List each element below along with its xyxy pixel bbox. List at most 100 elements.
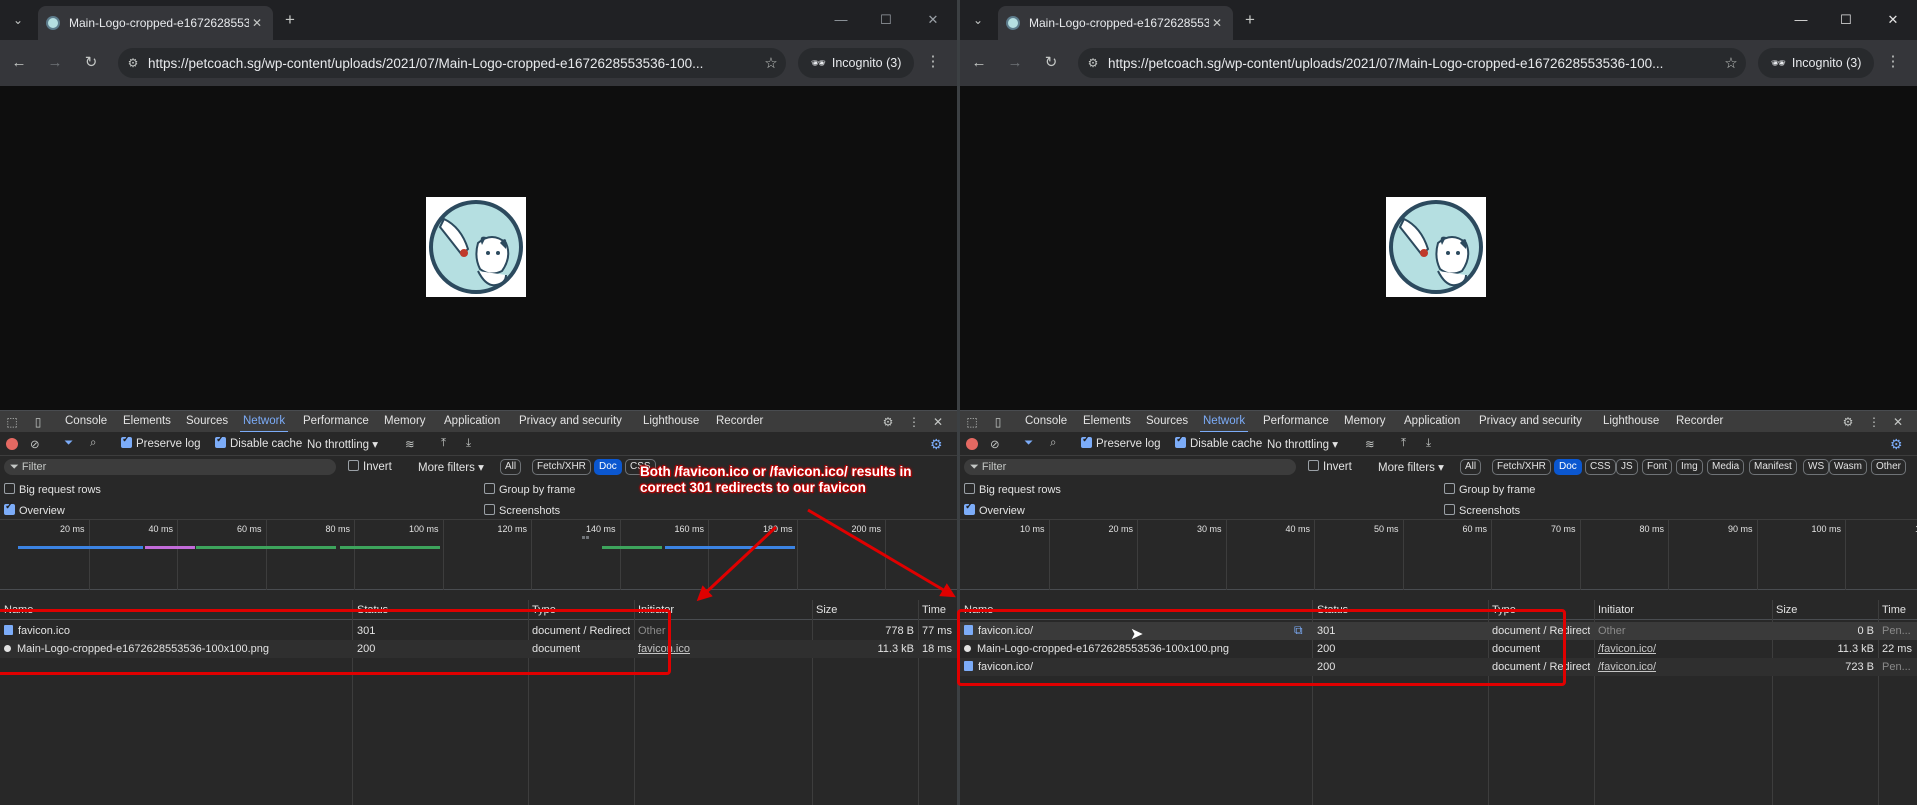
filter-pill-fetch-xhr[interactable]: Fetch/XHR [1492,459,1551,475]
export-har-icon[interactable]: ⤓ [1426,437,1431,450]
group-by-frame-checkbox[interactable]: Group by frame [1444,483,1535,496]
close-tab-icon[interactable]: ✕ [1209,16,1225,30]
big-request-rows-checkbox[interactable]: Big request rows [964,483,1061,496]
screenshots-checkbox[interactable]: Screenshots [1444,504,1520,517]
tab-search-icon[interactable]: ⌄ [6,8,30,32]
filter-pill-doc[interactable]: Doc [1554,459,1582,475]
filter-pill-other[interactable]: Other [1871,459,1907,475]
filter-pill-font[interactable]: Font [1642,459,1673,475]
incognito-badge[interactable]: 🕶 Incognito (3) [1758,48,1874,78]
device-toolbar-icon[interactable]: ▯ [990,414,1006,430]
filter-pill-img[interactable]: Img [1676,459,1703,475]
forward-icon[interactable]: → [44,52,66,74]
big-request-rows-checkbox[interactable]: Big request rows [4,483,101,496]
overview-checkbox[interactable]: Overview [964,501,1025,517]
filter-input[interactable]: ⏷ Filter [964,459,1296,475]
tab-memory[interactable]: Memory [1344,415,1386,427]
tab-search-icon[interactable]: ⌄ [966,8,990,32]
tab-network[interactable]: Network [239,415,289,433]
network-settings-icon[interactable]: ⚙ [1890,436,1903,453]
group-by-frame-checkbox[interactable]: Group by frame [484,483,575,496]
network-settings-icon[interactable]: ⚙ [930,436,943,453]
maximize-icon[interactable]: ☐ [1831,8,1861,32]
tab-elements[interactable]: Elements [123,415,171,427]
tab-sources[interactable]: Sources [1146,415,1188,427]
network-conditions-icon[interactable]: ≋ [1365,437,1375,451]
devtools-close-icon[interactable]: ✕ [1890,414,1906,430]
browser-tab[interactable]: Main-Logo-cropped-e1672628553536-100x100… [998,6,1233,40]
tab-network[interactable]: Network [1199,415,1249,433]
col-size[interactable]: Size [816,604,837,616]
tab-lighthouse[interactable]: Lighthouse [643,415,699,427]
new-tab-button[interactable]: + [1240,10,1260,30]
record-stop-icon[interactable] [966,438,978,450]
filter-pill-css[interactable]: CSS [1585,459,1616,475]
import-har-icon[interactable]: ⤒ [441,437,446,450]
network-conditions-icon[interactable]: ≋ [405,437,415,451]
network-overview-timeline[interactable]: 10 ms 20 ms 30 ms 40 ms 50 ms 60 ms 70 ms 80 ms… [960,520,1917,590]
devtools-menu-icon[interactable]: ⋮ [1866,414,1882,430]
filter-pill-fetch-xhr[interactable]: Fetch/XHR [532,459,591,475]
bookmark-star-icon[interactable]: ☆ [756,54,786,72]
filter-pill-media[interactable]: Media [1707,459,1745,475]
reload-icon[interactable]: ↻ [1040,52,1062,74]
clear-icon[interactable]: ⊘ [30,437,40,451]
menu-kebab-icon[interactable]: ⋮ [922,52,944,70]
filter-pill-manifest[interactable]: Manifest [1749,459,1797,475]
filter-pill-all[interactable]: All [500,459,522,475]
throttling-select[interactable]: No throttling ▾ [307,437,378,451]
invert-checkbox[interactable]: Invert [1308,460,1352,473]
more-filters-dropdown[interactable]: More filters ▾ [418,460,484,474]
import-har-icon[interactable]: ⤒ [1401,437,1406,450]
tab-lighthouse[interactable]: Lighthouse [1603,415,1659,427]
site-info-icon[interactable]: ⚙ [118,56,148,70]
tab-console[interactable]: Console [65,415,107,427]
devtools-close-icon[interactable]: ✕ [930,414,946,430]
tab-sources[interactable]: Sources [186,415,228,427]
device-toolbar-icon[interactable]: ▯ [30,414,46,430]
incognito-badge[interactable]: 🕶 Incognito (3) [798,48,914,78]
search-icon[interactable]: ⌕ [90,437,96,450]
new-tab-button[interactable]: + [280,10,300,30]
col-size[interactable]: Size [1776,604,1797,616]
site-info-icon[interactable]: ⚙ [1078,56,1108,70]
filter-pill-doc[interactable]: Doc [594,459,622,475]
address-bar[interactable]: ⚙ https://petcoach.sg/wp-content/uploads… [118,48,786,78]
screenshots-checkbox[interactable]: Screenshots [484,504,560,517]
network-overview-timeline[interactable]: 20 ms 40 ms 60 ms 80 ms 100 ms 120 ms 140 ms 16… [0,520,957,590]
inspect-element-icon[interactable]: ⬚ [4,414,20,430]
row-initiator-link[interactable]: /favicon.ico/ [1598,643,1656,655]
inspect-element-icon[interactable]: ⬚ [964,414,980,430]
invert-checkbox[interactable]: Invert [348,460,392,473]
maximize-icon[interactable]: ☐ [871,8,901,32]
col-time[interactable]: Time [1882,604,1906,616]
forward-icon[interactable]: → [1004,52,1026,74]
row-initiator-link[interactable]: /favicon.ico/ [1598,661,1656,673]
filter-funnel-icon[interactable]: ⏷ [64,437,73,450]
filter-funnel-icon[interactable]: ⏷ [1024,437,1033,450]
record-stop-icon[interactable] [6,438,18,450]
tab-application[interactable]: Application [444,415,500,427]
col-time[interactable]: Time [922,604,946,616]
browser-tab[interactable]: Main-Logo-cropped-e1672628553536-100x100… [38,6,273,40]
tab-recorder[interactable]: Recorder [1676,415,1723,427]
preserve-log-checkbox[interactable]: Preserve log [1081,434,1161,450]
reload-icon[interactable]: ↻ [80,52,102,74]
minimize-icon[interactable]: — [826,8,856,32]
bookmark-star-icon[interactable]: ☆ [1716,54,1746,72]
export-har-icon[interactable]: ⤓ [466,437,471,450]
tab-memory[interactable]: Memory [384,415,426,427]
disable-cache-checkbox[interactable]: Disable cache [1175,434,1262,450]
close-window-icon[interactable]: ✕ [1878,8,1908,32]
throttling-select[interactable]: No throttling ▾ [1267,437,1338,451]
col-initiator[interactable]: Initiator [1598,604,1634,616]
clear-icon[interactable]: ⊘ [990,437,1000,451]
filter-pill-js[interactable]: JS [1616,459,1638,475]
search-icon[interactable]: ⌕ [1050,437,1056,450]
back-icon[interactable]: ← [8,52,30,74]
devtools-menu-icon[interactable]: ⋮ [906,414,922,430]
tab-performance[interactable]: Performance [303,415,369,427]
preserve-log-checkbox[interactable]: Preserve log [121,434,201,450]
settings-gear-icon[interactable]: ⚙ [880,414,896,430]
back-icon[interactable]: ← [968,52,990,74]
